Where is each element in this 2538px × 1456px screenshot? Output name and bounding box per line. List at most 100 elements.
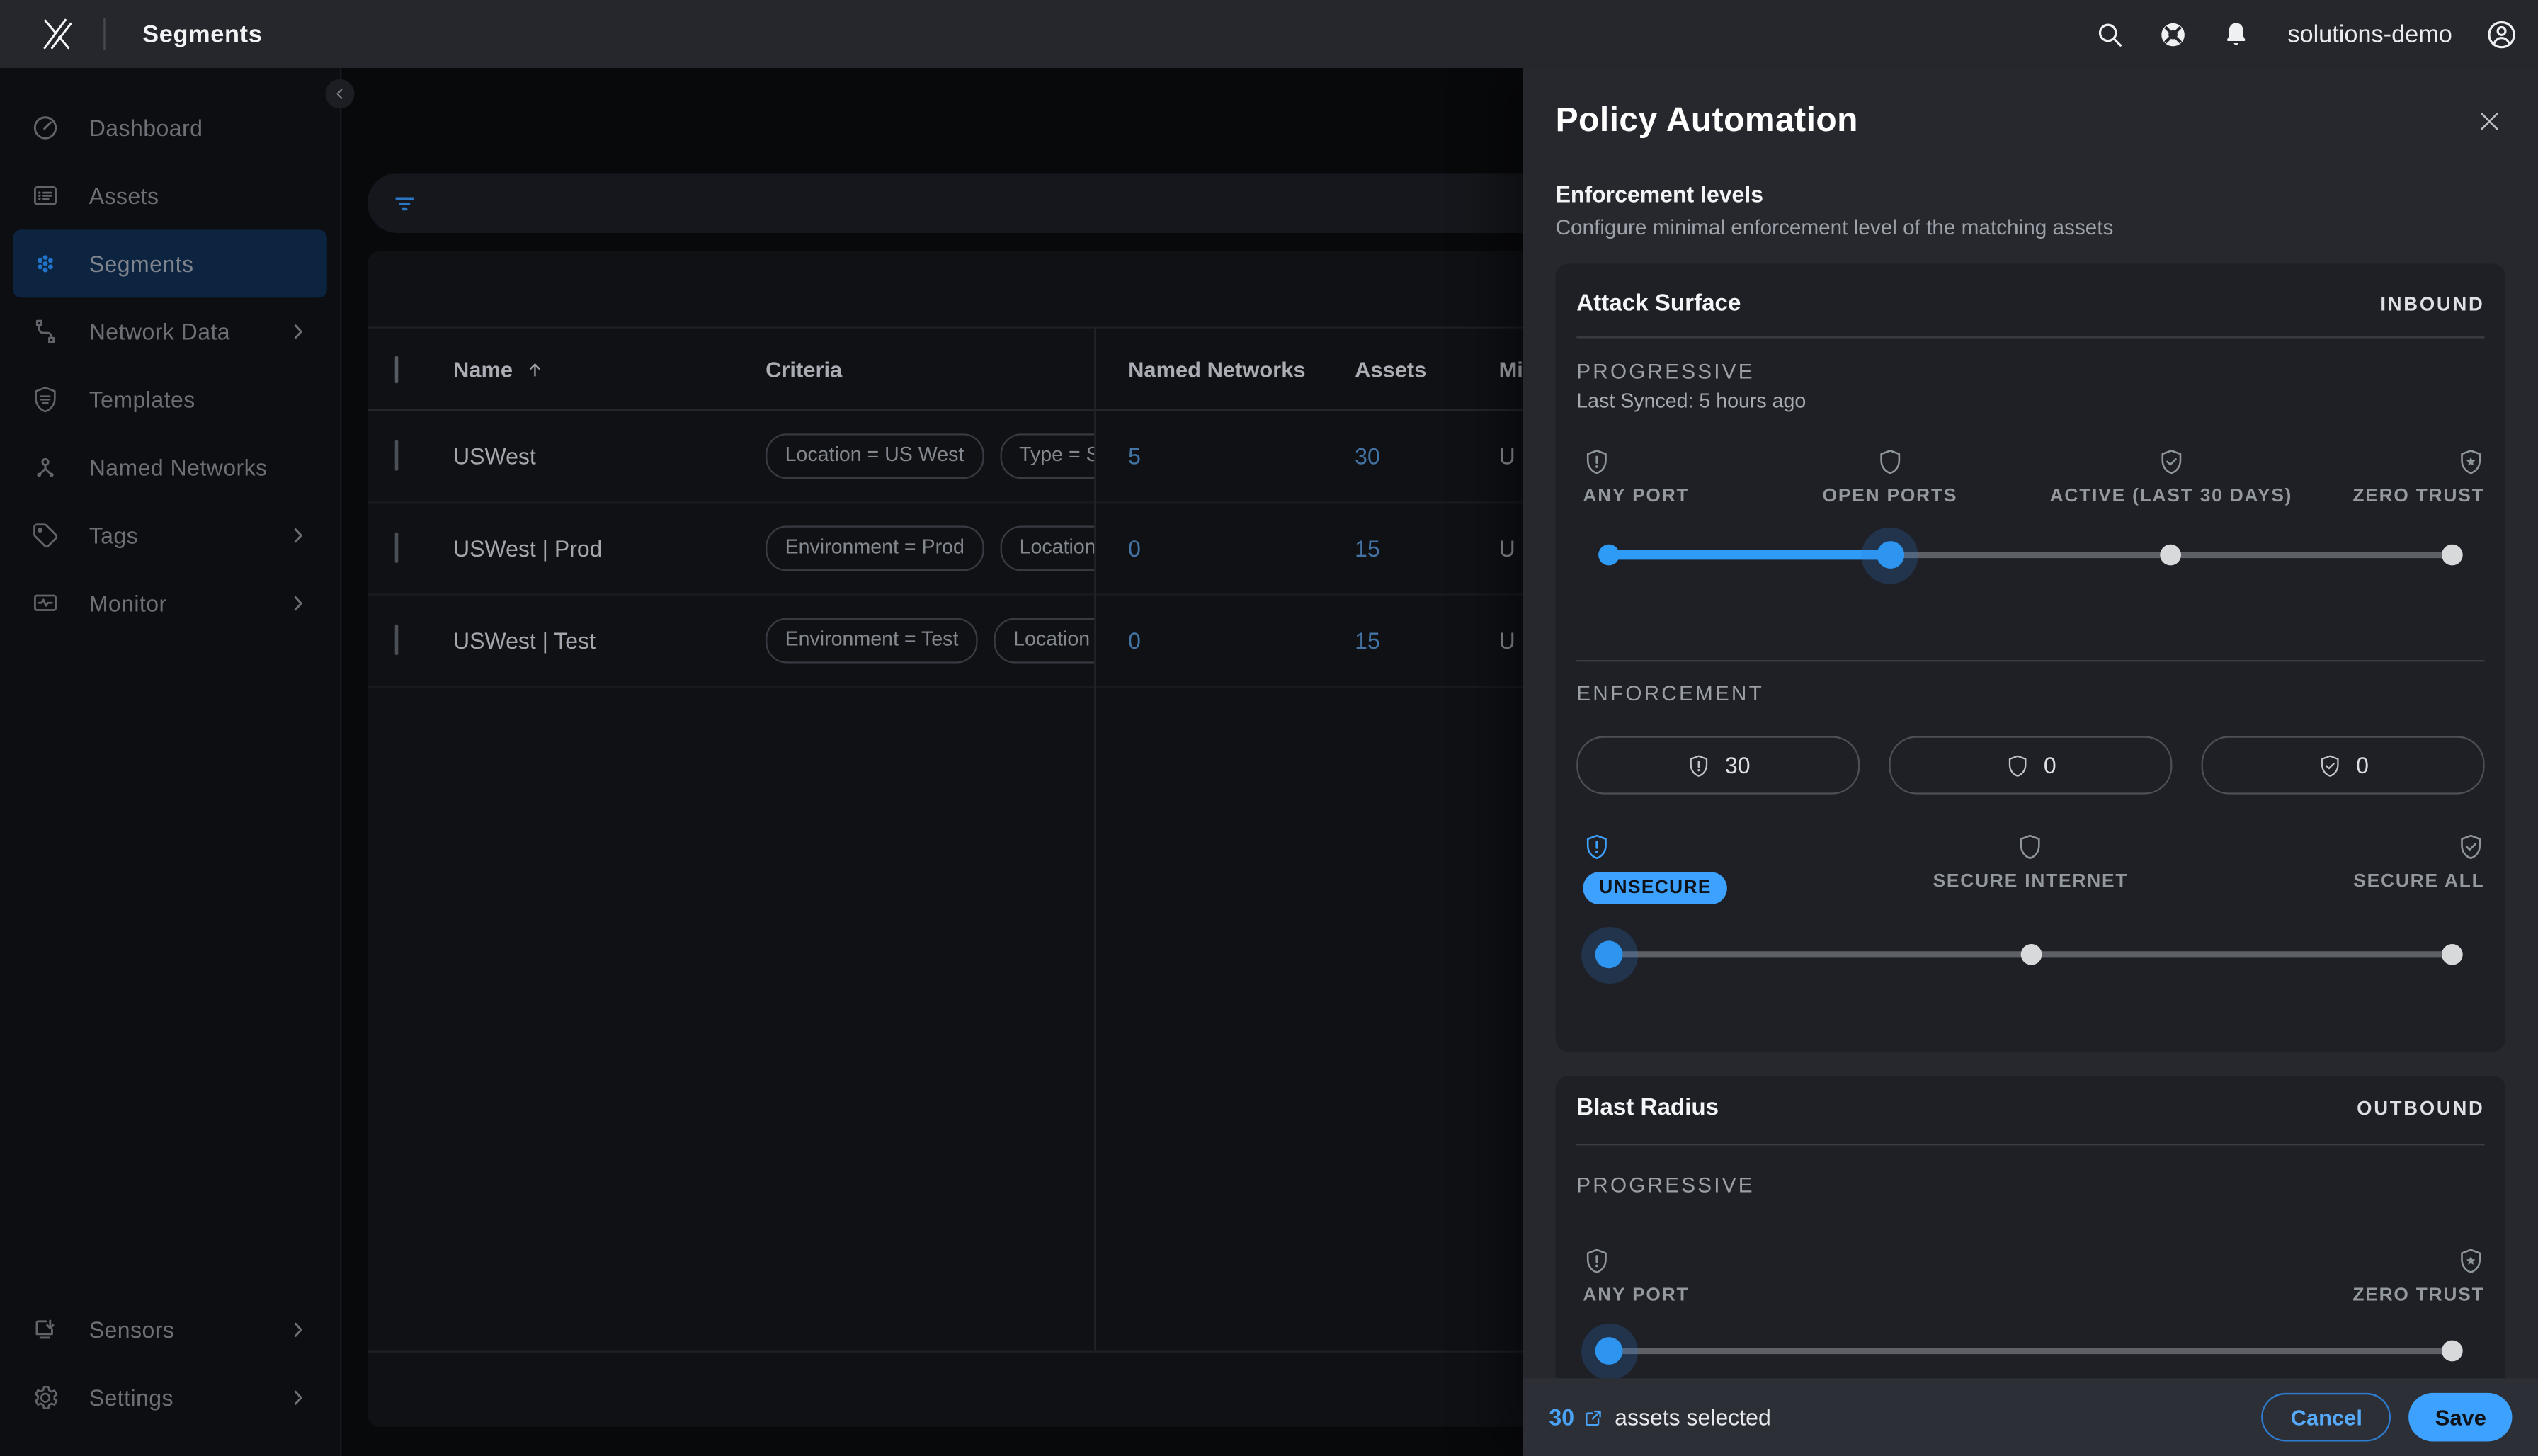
counter-unsecure[interactable]: 30 (1576, 736, 1860, 794)
counter-value: 30 (1725, 752, 1751, 778)
stop-label: ANY PORT (1583, 487, 1689, 506)
slider-handle[interactable] (1595, 940, 1623, 968)
sidebar-item-monitor[interactable]: Monitor (13, 569, 326, 637)
nodes-icon (30, 453, 59, 482)
column-label: Name (453, 357, 513, 381)
slider-stop-dot[interactable] (2442, 545, 2463, 566)
slider-stop-dot[interactable] (1598, 545, 1620, 566)
chevron-right-icon (287, 320, 309, 343)
gauge-icon (30, 113, 59, 142)
stop-label: ACTIVE (LAST 30 DAYS) (2050, 487, 2293, 506)
user-name[interactable]: solutions-demo (2287, 21, 2452, 48)
stop-open-ports: OPEN PORTS (1823, 448, 1958, 506)
sidebar-item-segments[interactable]: Segments (13, 229, 326, 297)
assets-icon (30, 181, 59, 210)
shield-icon (2005, 753, 2029, 777)
save-button[interactable]: Save (2409, 1393, 2512, 1442)
enforcement-stops: UNSECURE SECURE INTERNET SECURE ALL (1576, 833, 2484, 914)
shield-exclamation-icon (1686, 753, 1710, 777)
named-networks-count-link[interactable]: 0 (1128, 535, 1355, 562)
slider-stop-dot[interactable] (2020, 944, 2042, 965)
named-networks-count-link[interactable]: 5 (1128, 443, 1355, 470)
sidebar-item-label: Segments (89, 251, 194, 277)
tag-icon (30, 521, 59, 550)
row-checkbox[interactable] (395, 533, 399, 563)
selected-assets-count-link[interactable]: 30 (1549, 1404, 1574, 1431)
slider-stop-dot[interactable] (2442, 944, 2463, 965)
sidebar-item-dashboard[interactable]: Dashboard (13, 93, 326, 161)
sidebar-item-network-data[interactable]: Network Data (13, 297, 326, 365)
column-header-name[interactable]: Name (453, 357, 766, 381)
zero-networks-logo-icon[interactable] (35, 13, 74, 55)
slider-stop-dot[interactable] (2161, 545, 2182, 566)
sidebar-bottom-nav: Sensors Settings (0, 1296, 340, 1432)
sidebar-item-templates[interactable]: Templates (13, 365, 326, 433)
slider-track[interactable] (1609, 951, 2452, 957)
criteria-chip: Location = US West (766, 433, 984, 479)
stop-any-port: ANY PORT (1583, 448, 1689, 506)
attack-surface-card: Attack Surface INBOUND PROGRESSIVE Last … (1556, 263, 2506, 1052)
topbar-divider (103, 18, 105, 50)
stop-active-30-days: ACTIVE (LAST 30 DAYS) (2050, 448, 2293, 506)
cancel-button[interactable]: Cancel (2262, 1393, 2392, 1442)
enforcement-slider[interactable] (1609, 931, 2452, 979)
sidebar-item-settings[interactable]: Settings (13, 1364, 326, 1432)
sidebar-item-named-networks[interactable]: Named Networks (13, 433, 326, 501)
row-checkbox[interactable] (395, 625, 399, 655)
search-icon[interactable] (2095, 18, 2125, 49)
chevron-right-icon (287, 524, 309, 547)
sidebar-item-tags[interactable]: Tags (13, 501, 326, 569)
shield-exclamation-icon (1583, 833, 1610, 860)
blast-radius-slider[interactable] (1609, 1326, 2452, 1375)
sort-ascending-icon[interactable] (524, 358, 545, 380)
slider-track[interactable] (1609, 552, 2452, 558)
sidebar-item-label: Network Data (89, 319, 230, 345)
counter-secure-internet[interactable]: 0 (1889, 736, 2172, 794)
named-networks-count-link[interactable]: 0 (1128, 627, 1355, 654)
segment-name: USWest | Test (453, 627, 766, 654)
attack-surface-slider[interactable] (1609, 530, 2452, 579)
segment-name: USWest (453, 443, 766, 470)
card-divider (1576, 660, 2484, 661)
counter-secure-all[interactable]: 0 (2202, 736, 2485, 794)
column-header-criteria[interactable]: Criteria (766, 357, 1128, 381)
account-icon[interactable] (2485, 17, 2519, 51)
counter-value: 0 (2044, 752, 2056, 778)
assets-count-link[interactable]: 30 (1355, 443, 1498, 470)
slider-handle[interactable] (1876, 541, 1904, 569)
card-divider (1576, 336, 2484, 338)
row-checkbox[interactable] (395, 440, 399, 470)
monitor-icon (30, 589, 59, 618)
sidebar-item-sensors[interactable]: Sensors (13, 1296, 326, 1364)
sidebar-item-label: Settings (89, 1384, 173, 1411)
shield-check-icon (2457, 833, 2485, 860)
external-link-icon[interactable] (1582, 1406, 1603, 1428)
shield-lines-icon (30, 385, 59, 414)
sidebar-nav: Dashboard Assets Segments Network Data T… (0, 68, 340, 637)
slider-stop-dot[interactable] (2442, 1341, 2463, 1362)
notifications-bell-icon[interactable] (2221, 18, 2252, 49)
card-title: Attack Surface (1576, 291, 1741, 317)
column-header-named-networks[interactable]: Named Networks (1128, 357, 1355, 381)
attack-surface-stops: ANY PORT OPEN PORTS ACTIVE (LAST 30 DAYS… (1576, 448, 2484, 508)
chevron-right-icon (287, 592, 309, 615)
sidebar-item-label: Sensors (89, 1317, 175, 1343)
filter-icon[interactable] (392, 190, 418, 216)
stop-label: SECURE INTERNET (1933, 872, 2129, 891)
mode-label: PROGRESSIVE (1576, 359, 2484, 383)
column-header-assets[interactable]: Assets (1355, 357, 1498, 381)
slider-handle[interactable] (1595, 1337, 1623, 1365)
select-all-checkbox[interactable] (395, 355, 399, 382)
sidebar-item-label: Templates (89, 387, 195, 413)
chevron-right-icon (287, 1387, 309, 1409)
close-icon[interactable] (2476, 108, 2503, 135)
sidebar-collapse-button[interactable] (325, 79, 354, 108)
assets-count-link[interactable]: 15 (1355, 627, 1498, 654)
slider-track[interactable] (1609, 1348, 2452, 1354)
help-lifebuoy-icon[interactable] (2158, 18, 2189, 49)
sidebar-item-assets[interactable]: Assets (13, 161, 326, 229)
stop-unsecure: UNSECURE (1583, 833, 1727, 904)
criteria-chips: Environment = Prod Location = US (766, 525, 1094, 571)
last-synced: Last Synced: 5 hours ago (1576, 390, 2484, 413)
assets-count-link[interactable]: 15 (1355, 535, 1498, 562)
